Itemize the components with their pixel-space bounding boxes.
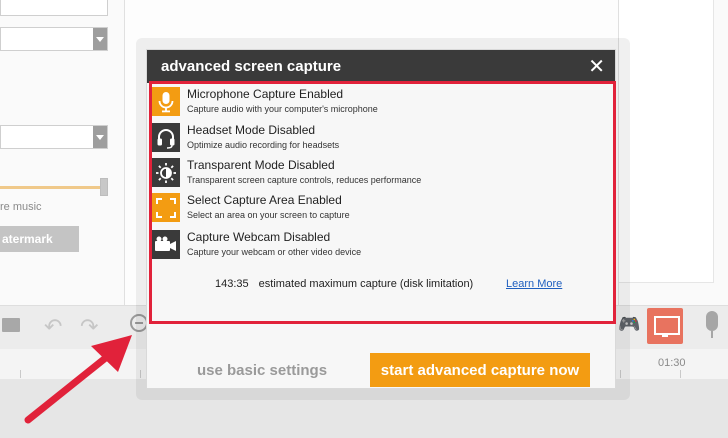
undo-icon[interactable]: ↶ <box>44 314 62 340</box>
timeline-tick <box>20 370 21 378</box>
annotation-highlight-box <box>149 81 616 324</box>
volume-slider-track[interactable] <box>0 186 102 189</box>
chevron-down-icon <box>93 28 107 50</box>
timeline-tick <box>680 370 681 378</box>
microphone-toolbar-icon[interactable] <box>706 311 718 331</box>
right-panel <box>618 0 728 305</box>
watermark-button[interactable]: atermark <box>0 226 79 252</box>
use-basic-settings-button[interactable]: use basic settings <box>197 362 327 379</box>
dialog-title: advanced screen capture <box>161 58 342 75</box>
screen-capture-icon[interactable] <box>647 308 683 344</box>
dropdown-select[interactable] <box>0 27 108 51</box>
dialog-header: advanced screen capture ✕ <box>147 50 615 83</box>
folder-icon[interactable] <box>2 318 20 332</box>
dropdown-select[interactable] <box>0 125 108 149</box>
right-panel-content <box>619 0 714 283</box>
volume-slider-handle[interactable] <box>100 178 108 196</box>
redo-icon[interactable]: ↷ <box>80 314 98 340</box>
music-label: re music <box>0 201 42 213</box>
close-icon[interactable]: ✕ <box>588 54 605 79</box>
start-advanced-capture-button[interactable]: start advanced capture now <box>370 353 590 387</box>
left-panel: re music atermark <box>0 0 125 305</box>
microphone-stand <box>711 331 713 338</box>
timeline-time-label: 01:30 <box>658 357 686 369</box>
text-field[interactable] <box>0 0 108 16</box>
chevron-down-icon <box>93 126 107 148</box>
